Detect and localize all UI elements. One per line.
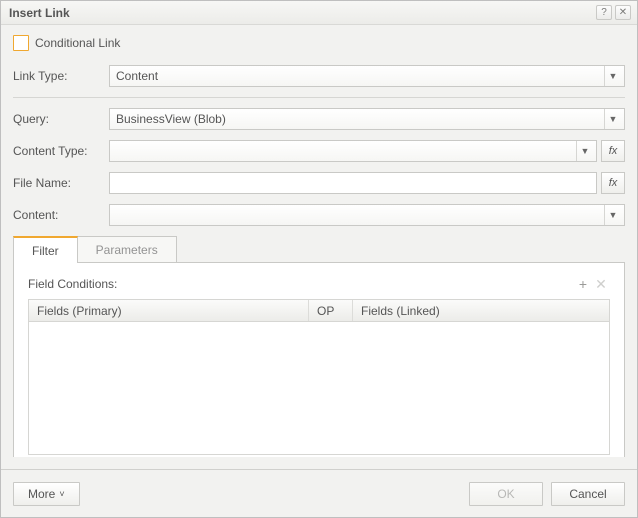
tab-filter[interactable]: Filter (13, 236, 78, 263)
col-op: OP (309, 300, 353, 321)
grid-header: Fields (Primary) OP Fields (Linked) (29, 300, 609, 322)
separator (13, 97, 625, 98)
titlebar: Insert Link ? ✕ (1, 1, 637, 25)
plus-icon: + (579, 277, 587, 291)
tab-filter-label: Filter (32, 244, 59, 258)
content-select[interactable]: ▼ (109, 204, 625, 226)
query-value: BusinessView (Blob) (116, 112, 604, 126)
content-type-select[interactable]: ▼ (109, 140, 597, 162)
tab-parameters[interactable]: Parameters (77, 236, 177, 262)
chevron-down-icon: ˅ (59, 489, 64, 499)
link-type-value: Content (116, 69, 604, 83)
file-name-label: File Name: (13, 176, 109, 190)
dialog-title: Insert Link (9, 6, 593, 20)
cancel-button[interactable]: Cancel (551, 482, 625, 506)
content-type-label: Content Type: (13, 144, 109, 158)
ok-button: OK (469, 482, 543, 506)
file-name-input[interactable] (109, 172, 597, 194)
more-button[interactable]: More ˅ (13, 482, 80, 506)
conditional-link-checkbox[interactable] (13, 35, 29, 51)
fx-icon: fx (609, 145, 618, 157)
field-conditions-grid: Fields (Primary) OP Fields (Linked) (28, 299, 610, 455)
add-condition-button[interactable]: + (574, 275, 592, 293)
field-conditions-label: Field Conditions: (28, 277, 574, 291)
filter-panel: Field Conditions: + ✕ Fields (Primary) O… (13, 262, 625, 457)
link-type-label: Link Type: (13, 69, 109, 83)
dialog-footer: More ˅ OK Cancel (1, 469, 637, 517)
content-row: Content: ▼ (13, 204, 625, 226)
more-label: More (28, 487, 55, 501)
help-button[interactable]: ? (596, 5, 612, 20)
content-type-row: Content Type: ▼ fx (13, 140, 625, 162)
tab-parameters-label: Parameters (96, 243, 158, 257)
query-label: Query: (13, 112, 109, 126)
cancel-label: Cancel (569, 487, 606, 501)
file-name-fx-button[interactable]: fx (601, 172, 625, 194)
field-conditions-header: Field Conditions: + ✕ (28, 275, 610, 293)
fx-icon: fx (609, 177, 618, 189)
query-row: Query: BusinessView (Blob) ▼ (13, 108, 625, 130)
remove-condition-button: ✕ (592, 275, 610, 293)
query-select[interactable]: BusinessView (Blob) ▼ (109, 108, 625, 130)
ok-label: OK (497, 487, 514, 501)
tabs: Filter Parameters (13, 236, 625, 262)
conditional-link-label: Conditional Link (35, 36, 120, 50)
chevron-down-icon: ▼ (576, 141, 594, 161)
chevron-down-icon: ▼ (604, 205, 622, 225)
dialog-content: Conditional Link Link Type: Content ▼ Qu… (1, 25, 637, 457)
conditional-link-row: Conditional Link (13, 35, 625, 51)
close-button[interactable]: ✕ (615, 5, 631, 20)
link-type-row: Link Type: Content ▼ (13, 65, 625, 87)
remove-icon: ✕ (595, 277, 607, 291)
close-icon: ✕ (619, 7, 627, 18)
file-name-row: File Name: fx (13, 172, 625, 194)
content-label: Content: (13, 208, 109, 222)
col-fields-linked: Fields (Linked) (353, 300, 609, 321)
insert-link-dialog: Insert Link ? ✕ Conditional Link Link Ty… (0, 0, 638, 518)
col-fields-primary: Fields (Primary) (29, 300, 309, 321)
link-type-select[interactable]: Content ▼ (109, 65, 625, 87)
chevron-down-icon: ▼ (604, 109, 622, 129)
content-type-fx-button[interactable]: fx (601, 140, 625, 162)
chevron-down-icon: ▼ (604, 66, 622, 86)
help-icon: ? (601, 7, 607, 18)
